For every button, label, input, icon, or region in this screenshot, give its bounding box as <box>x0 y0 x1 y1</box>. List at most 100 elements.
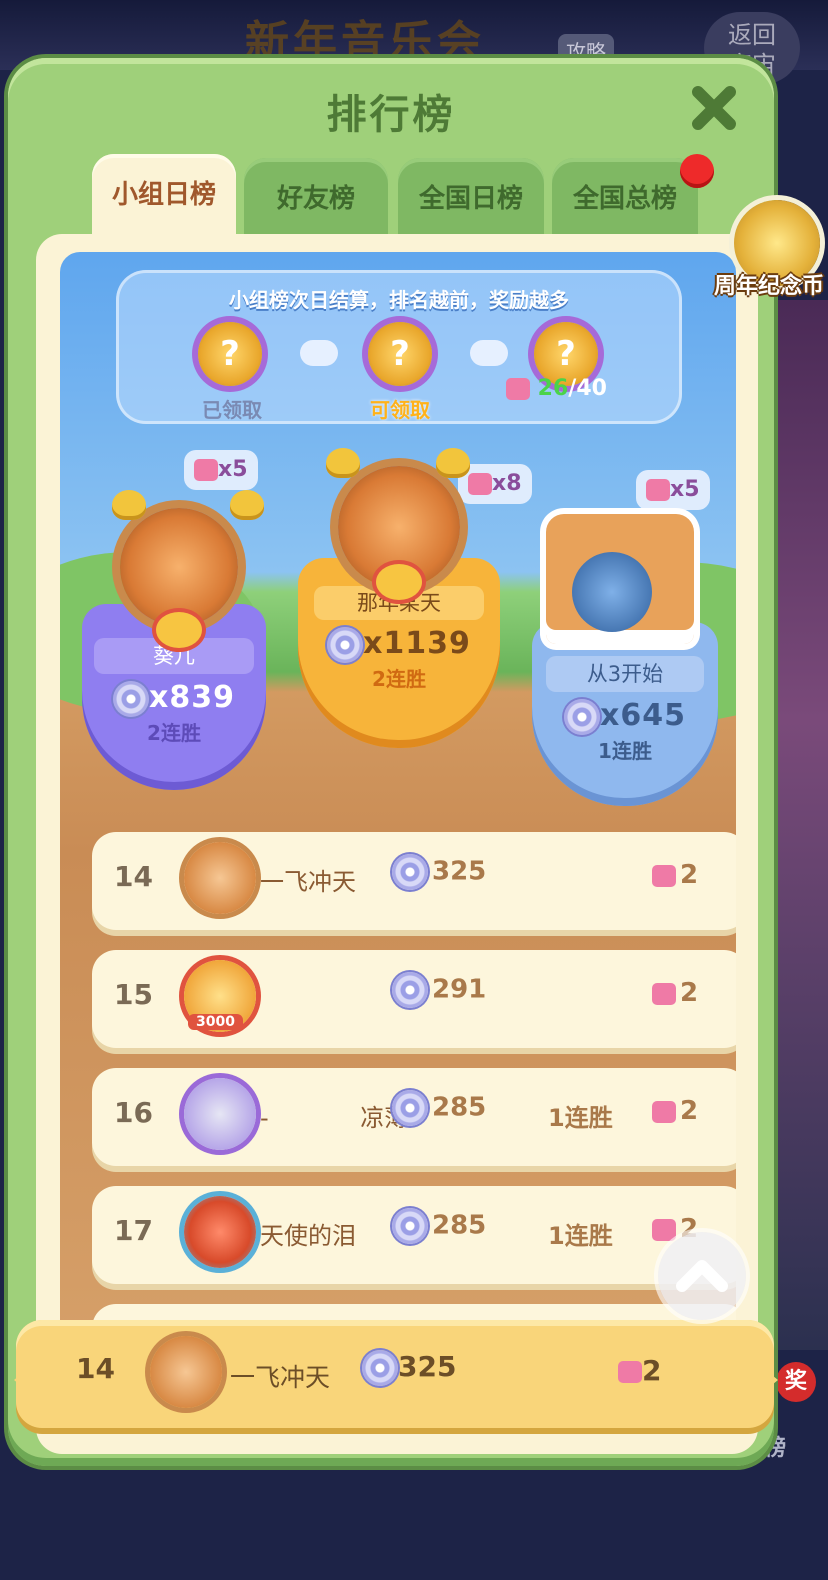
my-tickets-value: 2 <box>642 1354 662 1387</box>
podium-streak: 2连胜 <box>372 666 426 691</box>
podium-score: x645 <box>532 698 718 735</box>
reward-chest-available[interactable]: ? <box>368 322 432 386</box>
progress-total: /40 <box>568 376 607 401</box>
antler-decoration <box>112 490 146 520</box>
ticket-icon <box>652 1100 676 1123</box>
disc-icon <box>392 854 428 890</box>
chevron-up-icon <box>676 1260 728 1292</box>
row-rank: 16 <box>114 1096 153 1129</box>
leaderboard-content: 小组榜次日结算，排名越前，奖励越多 ? 已领取 ? 可领取 ? 26/40 x5… <box>36 234 758 1454</box>
tab-national-daily[interactable]: 全国日榜 <box>398 158 544 238</box>
row-streak: 1连胜 <box>548 1222 613 1250</box>
reward-bubble: x5 <box>184 450 258 490</box>
leaderboard-stage[interactable]: 小组榜次日结算，排名越前，奖励越多 ? 已领取 ? 可领取 ? 26/40 x5… <box>60 252 736 1432</box>
table-row[interactable]: 17 天使的泪 285 1连胜 2 <box>92 1186 736 1284</box>
row-name: - 凉薄 <box>260 1104 409 1132</box>
antler-decoration <box>230 490 264 520</box>
arrow-icon <box>470 340 508 366</box>
my-rank-bar[interactable]: 14 一飞冲天 325 2 <box>16 1320 774 1428</box>
close-icon[interactable] <box>688 82 740 134</box>
row-score-value: 285 <box>432 1092 487 1123</box>
prize-badge: 奖 <box>776 1362 816 1402</box>
podium-streak: 2连胜 <box>147 720 201 745</box>
podium-name: 从3开始 <box>546 656 704 692</box>
tab-label: 好友榜 <box>276 184 355 214</box>
avatar-badge: 3000 <box>188 1014 243 1030</box>
anniversary-coin-label: 周年纪念币 <box>714 274 825 299</box>
chest-label-claimed: 已领取 <box>202 398 262 422</box>
tab-group-daily[interactable]: 小组日榜 <box>92 154 236 240</box>
avatar <box>150 1336 222 1408</box>
row-rank: 17 <box>114 1214 153 1247</box>
row-score-value: 285 <box>432 1210 487 1241</box>
my-score-value: 325 <box>398 1350 457 1383</box>
antler-decoration <box>326 448 360 478</box>
row-score: 285 <box>392 1208 486 1244</box>
reward-banner: 小组榜次日结算，排名越前，奖励越多 ? 已领取 ? 可领取 ? 26/40 <box>116 270 682 424</box>
scroll-top-button[interactable] <box>658 1232 746 1320</box>
chest-label-available: 可领取 <box>370 398 430 422</box>
tab-national-total[interactable]: 全国总榜 <box>552 158 698 238</box>
row-tickets: 2 <box>652 978 698 1008</box>
tab-label: 全国总榜 <box>572 184 677 214</box>
row-tickets-value: 2 <box>680 860 699 890</box>
disc-icon <box>327 626 364 663</box>
reward-bubble: x5 <box>636 470 710 510</box>
tab-friends[interactable]: 好友榜 <box>244 158 388 238</box>
reward-chest-claimed[interactable]: ? <box>198 322 262 386</box>
ticket-icon <box>646 479 670 501</box>
disc-icon <box>392 1090 428 1126</box>
reward-hint: 小组榜次日结算，排名越前，奖励越多 <box>229 288 569 312</box>
podium-third[interactable]: 从3开始 x645 1连胜 <box>532 622 718 806</box>
podium-reward: x5 <box>670 477 700 502</box>
avatar <box>184 842 256 914</box>
my-tickets: 2 <box>618 1354 661 1387</box>
row-score: 291 <box>392 972 486 1008</box>
podium-score-value: x645 <box>600 698 686 733</box>
avatar <box>184 1078 256 1150</box>
table-row[interactable]: 15 3000 291 2 <box>92 950 736 1048</box>
progress-current: 26 <box>537 376 569 401</box>
ticket-icon <box>194 459 218 481</box>
row-tickets-value: 2 <box>680 978 699 1008</box>
row-rank: 15 <box>114 978 153 1011</box>
background-decoration <box>772 300 828 1350</box>
table-row[interactable]: 16 - 凉薄 285 1连胜 2 <box>92 1068 736 1166</box>
podium-streak: 1连胜 <box>598 738 652 763</box>
podium-reward: x5 <box>218 457 248 482</box>
bell-decoration <box>376 564 422 600</box>
podium-score: x839 <box>82 680 266 717</box>
ticket-icon <box>652 982 676 1005</box>
podium-score: x1139 <box>298 626 500 663</box>
my-rank: 14 <box>76 1352 115 1385</box>
arrow-icon <box>300 340 338 366</box>
row-score-value: 325 <box>432 856 487 887</box>
my-name: 一飞冲天 <box>230 1363 331 1392</box>
notification-dot <box>680 154 714 188</box>
row-streak: 1连胜 <box>548 1104 613 1132</box>
ticket-icon <box>468 473 492 495</box>
ticket-icon <box>618 1361 642 1383</box>
disc-icon <box>113 680 149 717</box>
table-row[interactable]: 14 一飞冲天 325 2 <box>92 832 736 930</box>
podium-score-value: x839 <box>149 680 235 715</box>
disc-icon <box>564 698 600 735</box>
row-tickets: 2 <box>652 1096 698 1126</box>
tab-label: 小组日榜 <box>111 180 216 210</box>
panel-title: 排行榜 <box>326 92 456 138</box>
row-score: 325 <box>392 854 486 890</box>
row-rank: 14 <box>114 860 153 893</box>
row-score: 285 <box>392 1090 486 1126</box>
ticket-progress: 26/40 <box>506 376 607 401</box>
disc-icon <box>392 1208 428 1244</box>
row-score-value: 291 <box>432 974 487 1005</box>
disc-icon <box>392 972 428 1008</box>
antler-decoration <box>436 448 470 478</box>
ticket-icon <box>506 378 530 400</box>
row-tickets: 2 <box>652 860 698 890</box>
avatar <box>120 508 238 626</box>
tab-label: 全国日榜 <box>418 184 523 214</box>
podium-score-value: x1139 <box>363 626 471 661</box>
row-name: 天使的泪 <box>260 1222 356 1250</box>
disc-icon <box>362 1350 398 1386</box>
